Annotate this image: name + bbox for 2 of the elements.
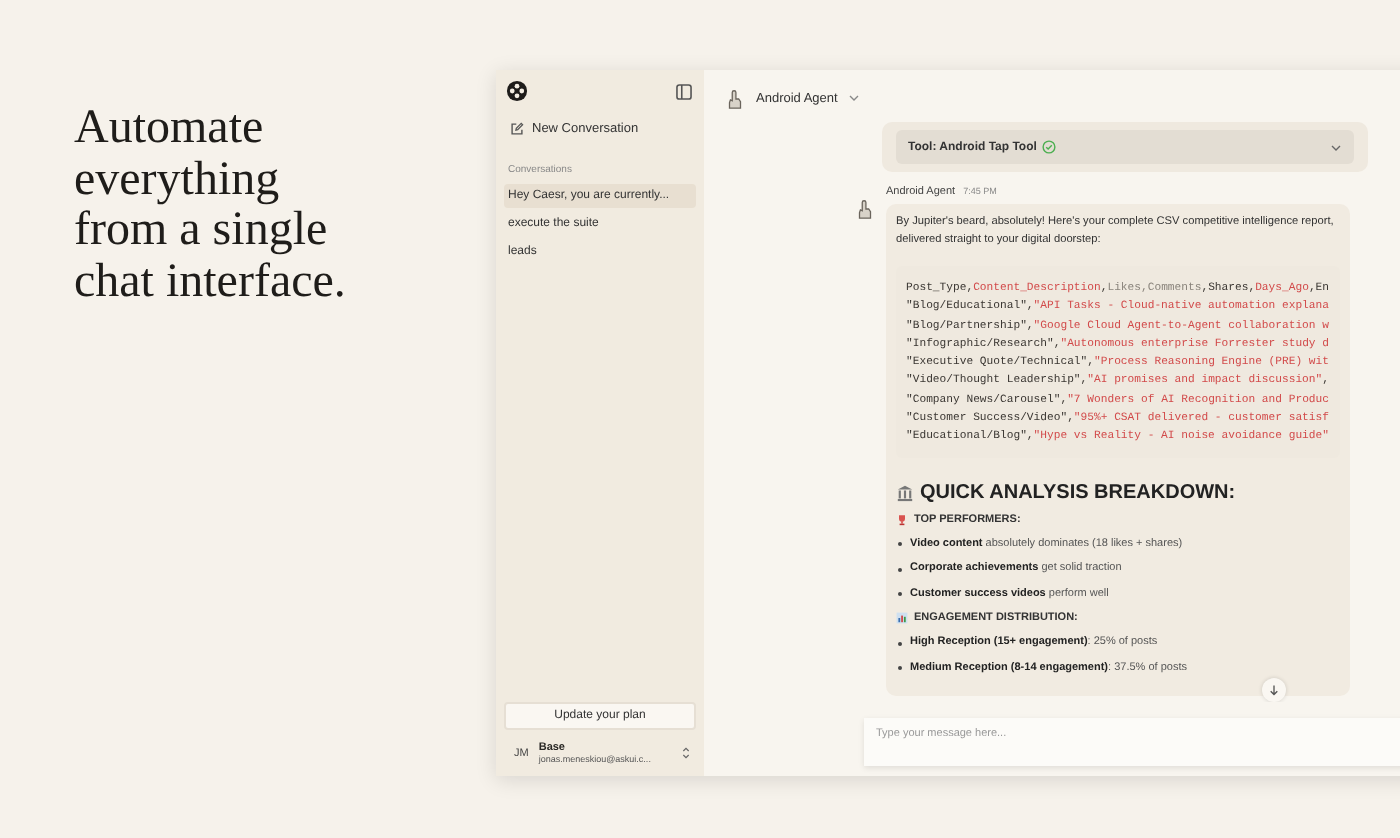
headline: Automate everything from a single chat interface. (74, 104, 348, 308)
section-heading: QUICK ANALYSIS BREAKDOWN: (920, 481, 1236, 504)
